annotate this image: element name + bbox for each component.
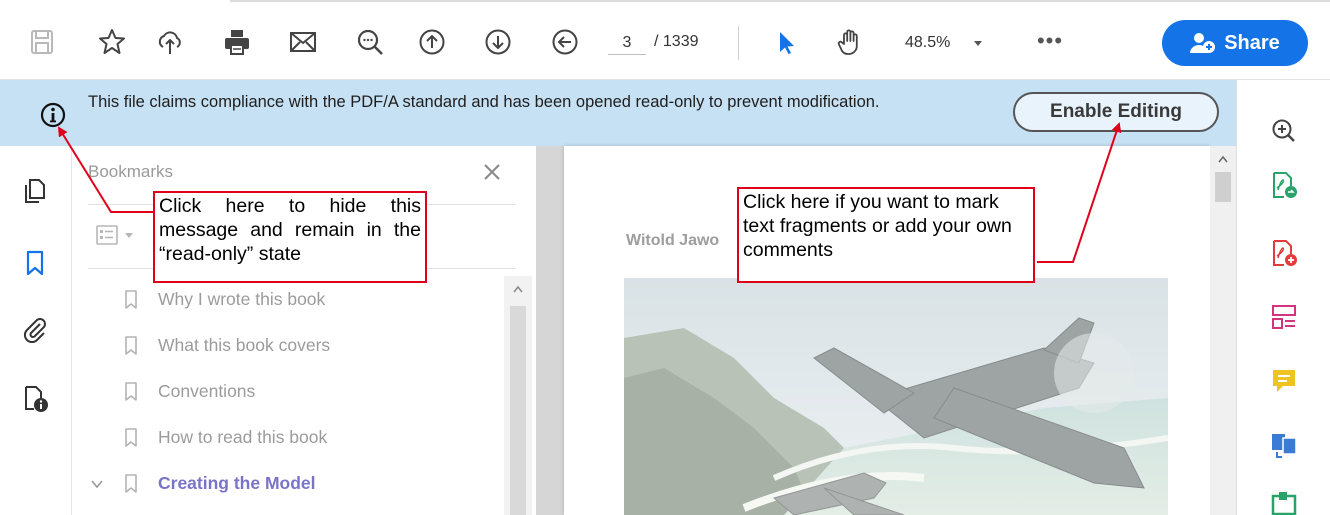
printer-icon [225,30,249,55]
bookmark-label: Why I wrote this book [158,289,326,309]
arrow-down-circle-icon [485,29,511,55]
bookmark-item[interactable]: Why I wrote this book [72,280,502,320]
zoom-tool-button[interactable] [1267,114,1301,148]
back-button[interactable] [545,22,585,62]
print-button[interactable] [217,22,257,62]
share-button[interactable]: Share [1162,20,1308,66]
main-toolbar: / 1339 48.5% ••• Share [0,0,1330,80]
bookmark-list: Why I wrote this book What this book cove… [72,276,504,515]
chevron-down-icon [125,233,133,238]
document-properties-button[interactable] [18,382,52,416]
save-icon [31,30,53,54]
bookmark-item[interactable]: How to read this book [72,418,502,458]
add-user-icon [1190,33,1216,53]
bookmark-icon [125,474,137,493]
star-icon [99,29,125,54]
email-button[interactable] [283,22,323,62]
organize-pages-icon [1272,434,1297,458]
hand-icon [837,29,858,55]
scroll-up-icon [513,285,523,293]
envelope-icon [290,32,316,52]
bookmark-label: How to read this book [158,427,328,447]
chevron-down-icon [974,41,982,46]
annotation-enable-editing: Click here if you want to mark text frag… [737,187,1035,283]
hand-tool-button[interactable] [830,22,870,62]
create-pdf-button[interactable] [1267,236,1301,270]
bookmark-icon [125,382,137,401]
toolbar-top-line [230,0,1330,2]
upload-cloud-button[interactable] [150,22,190,62]
more-dots-icon: ••• [1036,28,1064,53]
info-icon[interactable] [40,102,66,128]
bookmark-item[interactable]: What this book covers [72,326,502,366]
more-tools-button[interactable]: ••• [1030,26,1070,60]
close-icon[interactable] [480,160,504,184]
select-tool-button[interactable] [765,22,805,62]
attachments-button[interactable] [18,312,52,346]
bookmark-label: What this book covers [158,335,331,355]
info-message: This file claims compliance with the PDF… [88,93,880,111]
document-info-icon [25,386,48,412]
share-label: Share [1224,31,1280,54]
annotation-hide-message: Click here to hide this message and rema… [153,191,427,283]
bookmarks-scrollbar[interactable] [504,276,532,515]
zoom-value: 48.5% [905,34,951,51]
create-pdf-icon [1273,240,1297,266]
toolbar-separator [738,26,739,60]
bookmark-icon [125,336,137,355]
more-tools-rail-button[interactable] [1267,490,1301,515]
edit-layout-icon [1272,305,1296,329]
tools-rail [1236,80,1330,515]
find-text-button[interactable] [350,22,390,62]
cursor-arrow-icon [780,32,794,54]
bookmark-label: Creating the Model [158,473,316,493]
zoom-dropdown[interactable]: 48.5% [905,28,987,58]
bookmarks-panel-title: Bookmarks [88,162,174,181]
document-scrollbar[interactable] [1210,146,1236,515]
next-page-button[interactable] [478,22,518,62]
zoom-in-icon [1272,119,1295,142]
scroll-up-icon [1218,155,1228,163]
export-pdf-button[interactable] [1267,168,1301,202]
comment-button[interactable] [1267,364,1301,398]
bookmarks-panel-button[interactable] [18,246,52,280]
save-button[interactable] [22,22,62,62]
bookmark-icon [125,428,137,447]
search-icon [357,29,383,55]
bookmark-item[interactable]: Creating the Model [72,464,502,504]
pages-icon [25,179,45,203]
bookmark-item[interactable]: Conventions [72,372,502,412]
arrow-up-circle-icon [419,29,445,55]
organize-pages-button[interactable] [1267,428,1301,462]
document-author-text: Witold Jawo [626,232,720,249]
chevron-down-icon[interactable] [90,478,104,490]
export-icon [1271,491,1297,515]
arrow-left-circle-icon [552,29,578,55]
paperclip-icon [23,318,46,343]
page-number-input[interactable] [608,31,646,55]
scrollbar-thumb[interactable] [510,306,526,515]
left-navigation-rail [0,146,72,515]
previous-page-button[interactable] [412,22,452,62]
export-pdf-icon [1273,172,1297,198]
bookmark-options-menu[interactable] [94,220,144,250]
bookmark-label: Conventions [158,381,256,401]
bookmark-star-button[interactable] [92,22,132,62]
page-total-label: / 1339 [654,33,699,50]
cloud-upload-icon [158,31,181,54]
pdfa-info-bar: This file claims compliance with the PDF… [0,80,1236,146]
scrollbar-thumb[interactable] [1215,172,1231,202]
edit-pdf-button[interactable] [1267,300,1301,334]
bookmark-icon [125,290,137,309]
page-thumbnails-button[interactable] [18,174,52,208]
list-options-icon [96,225,118,245]
comment-icon [1273,370,1295,392]
cover-illustration [624,278,1168,515]
bookmark-icon [26,250,44,276]
enable-editing-button[interactable]: Enable Editing [1013,92,1219,132]
